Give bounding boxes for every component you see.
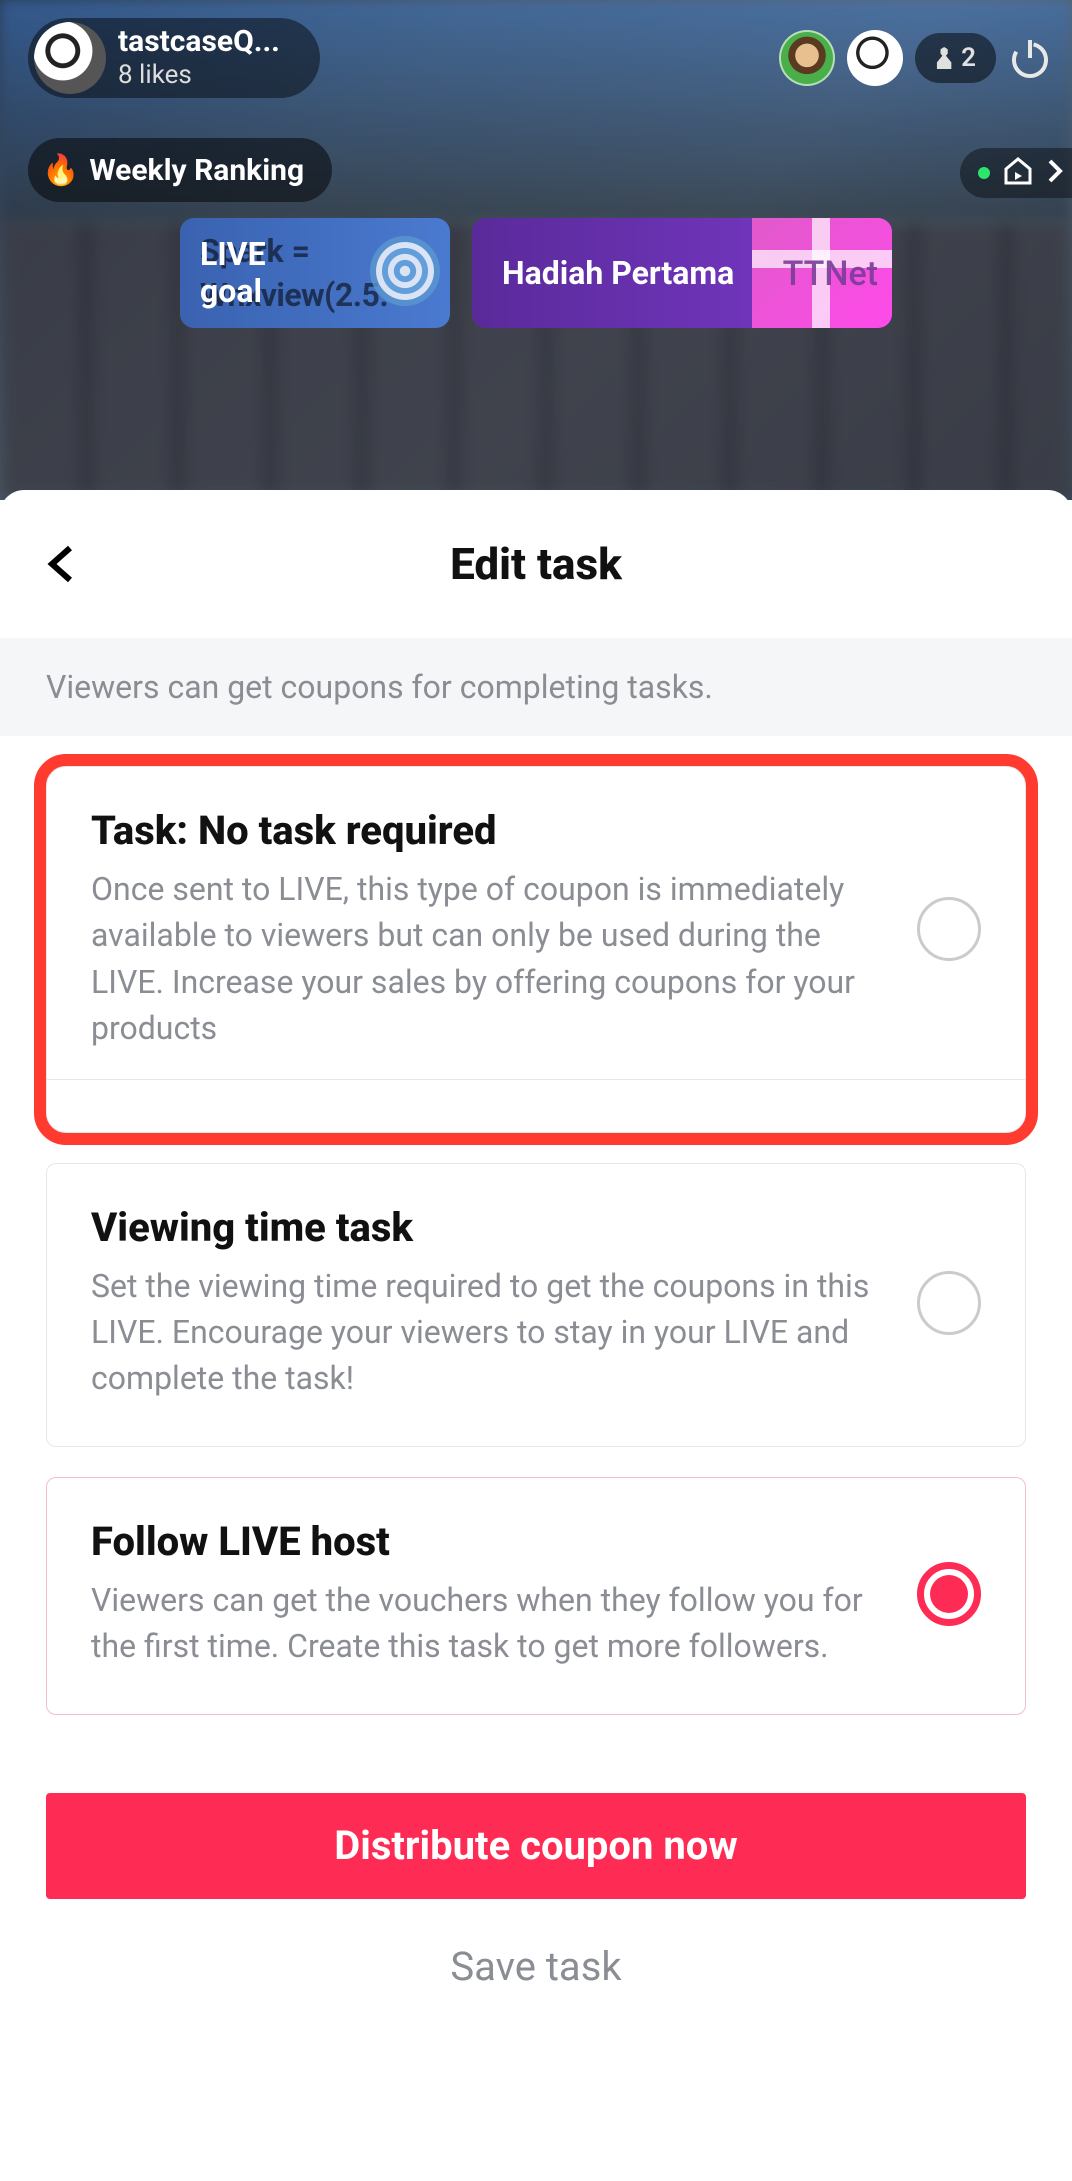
online-dot-icon — [978, 167, 990, 179]
fire-icon: 🔥 — [42, 153, 79, 188]
live-badges: Spark = Wnxview(2.5. LIVE goal Hadiah Pe… — [180, 218, 892, 328]
live-goal-line2: goal — [200, 273, 266, 310]
host-likes: 8 likes — [118, 60, 280, 91]
task-option-card[interactable]: Task: No task required Once sent to LIVE,… — [46, 766, 1026, 1133]
live-home-widget[interactable] — [960, 148, 1072, 198]
live-goal-line1: LIVE — [200, 236, 266, 273]
task-options: Task: No task required Once sent to LIVE,… — [0, 736, 1072, 1715]
viewer-avatar-1[interactable] — [779, 30, 835, 86]
task-option-card[interactable]: Follow LIVE host Viewers can get the vouc… — [46, 1477, 1026, 1715]
task-option-desc: Set the viewing time required to get the… — [91, 1263, 889, 1402]
viewer-avatar-2[interactable] — [847, 30, 903, 86]
viewer-count-value: 2 — [961, 43, 976, 73]
power-icon[interactable] — [1008, 36, 1052, 80]
edit-task-sheet: Edit task Viewers can get coupons for co… — [0, 490, 1072, 2034]
task-option-title: Viewing time task — [91, 1204, 889, 1251]
host-info-pill[interactable]: tastcaseQ... 8 likes — [28, 18, 320, 98]
viewer-count-pill[interactable]: 2 — [915, 33, 996, 83]
save-task-button[interactable]: Save task — [0, 1899, 1072, 2034]
task-option-card[interactable]: Viewing time task Set the viewing time re… — [46, 1163, 1026, 1447]
task-option-radio[interactable] — [917, 1562, 981, 1626]
hadiah-badge[interactable]: Hadiah Pertama TTNet — [472, 218, 892, 328]
sheet-title: Edit task — [0, 538, 1072, 590]
task-option-radio[interactable] — [917, 1271, 981, 1335]
ttnet-watermark: TTNet — [783, 254, 878, 294]
distribute-coupon-button[interactable]: Distribute coupon now — [46, 1793, 1026, 1899]
live-goal-badge[interactable]: Spark = Wnxview(2.5. LIVE goal — [180, 218, 450, 328]
task-option-title: Task: No task required — [91, 807, 889, 854]
weekly-ranking-pill[interactable]: 🔥 Weekly Ranking — [28, 138, 332, 202]
sheet-notice: Viewers can get coupons for completing t… — [0, 638, 1072, 736]
task-option-desc: Once sent to LIVE, this type of coupon i… — [91, 866, 889, 1052]
home-live-icon — [1002, 155, 1034, 191]
chevron-right-icon — [1046, 157, 1064, 189]
top-right-controls: 2 — [779, 30, 1052, 86]
task-option-radio[interactable] — [917, 897, 981, 961]
host-avatar — [34, 22, 106, 94]
hadiah-label: Hadiah Pertama — [502, 254, 734, 292]
host-username: tastcaseQ... — [118, 24, 280, 60]
person-icon — [935, 47, 953, 69]
back-button[interactable] — [40, 542, 84, 586]
task-option-desc: Viewers can get the vouchers when they f… — [91, 1577, 889, 1670]
target-icon — [370, 236, 440, 306]
task-option-title: Follow LIVE host — [91, 1518, 889, 1565]
weekly-ranking-label: Weekly Ranking — [89, 153, 304, 188]
sheet-header: Edit task — [0, 490, 1072, 638]
